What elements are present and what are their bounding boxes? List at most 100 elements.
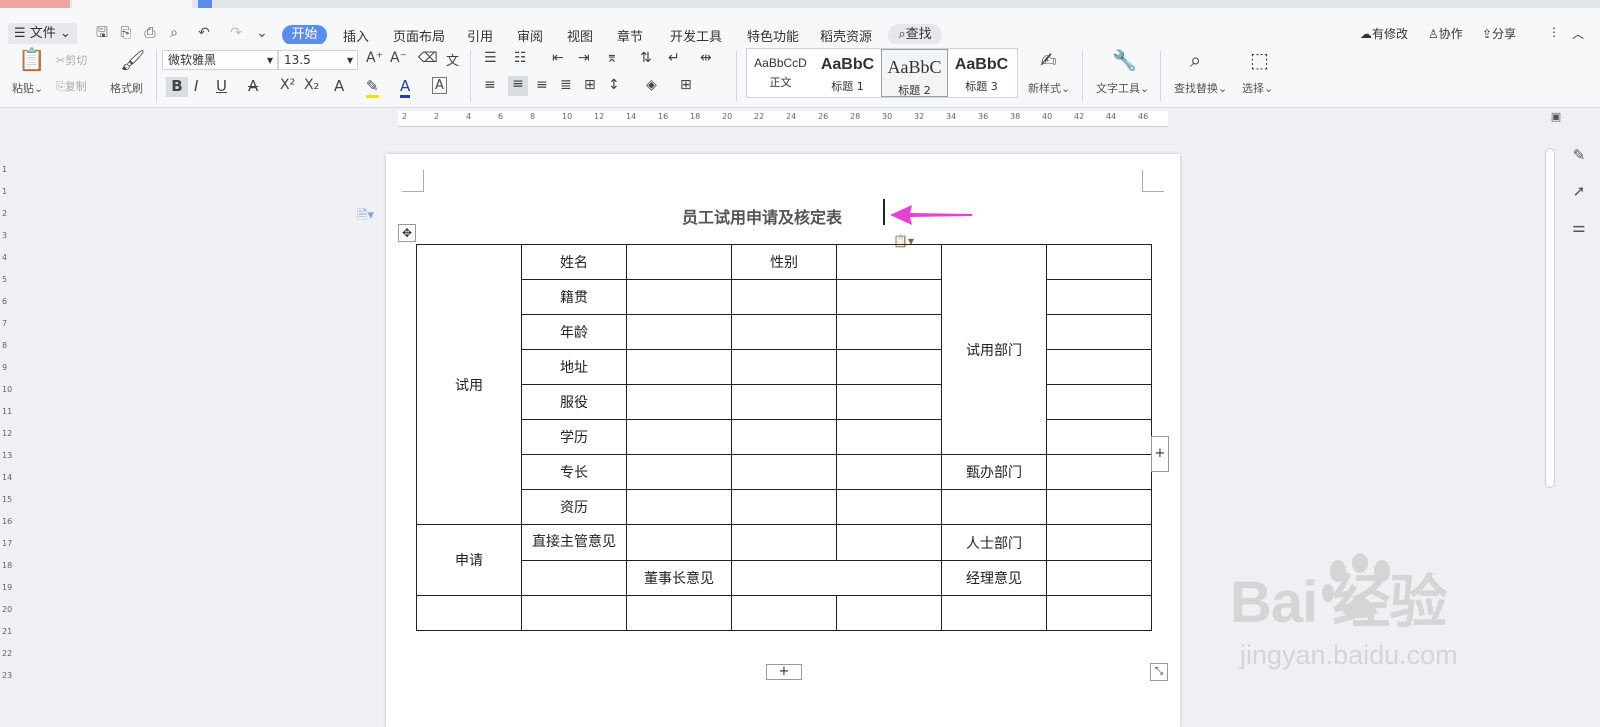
redo-icon[interactable]: ↷ bbox=[228, 25, 244, 41]
file-menu-button[interactable]: ☰ 文件 ⌄ bbox=[8, 23, 77, 45]
customize-toolbar-icon[interactable]: ⌄ bbox=[254, 25, 270, 41]
clear-format-icon[interactable]: ⌫ bbox=[418, 50, 438, 66]
document-title[interactable]: 员工试用申请及核定表 bbox=[682, 204, 842, 228]
shrink-font-icon[interactable]: A⁻ bbox=[390, 50, 407, 66]
tab-developer[interactable]: 开发工具 bbox=[670, 26, 722, 45]
cell-blank[interactable] bbox=[731, 279, 837, 315]
align-center-icon[interactable]: ≡ bbox=[508, 76, 528, 96]
cell-blank[interactable] bbox=[836, 384, 942, 420]
cell-blank[interactable] bbox=[731, 489, 837, 525]
cell-experience[interactable]: 资历 bbox=[521, 489, 627, 525]
cell-blank[interactable] bbox=[731, 454, 837, 490]
italic-button[interactable]: I bbox=[194, 77, 198, 95]
has-changes-button[interactable]: ☁有修改 bbox=[1360, 25, 1408, 42]
vertical-scrollbar[interactable] bbox=[1545, 148, 1555, 488]
cell-hr-dept[interactable]: 人士部门 bbox=[941, 524, 1047, 561]
cell-blank[interactable] bbox=[1046, 314, 1152, 350]
superscript-button[interactable]: X² bbox=[280, 77, 295, 93]
tab-home[interactable]: 开始 bbox=[282, 25, 327, 45]
cell-blank[interactable] bbox=[626, 419, 732, 455]
cell-trial-dept[interactable]: 试用部门 bbox=[941, 244, 1047, 455]
tab-stop-icon[interactable]: ⇹ bbox=[700, 50, 712, 66]
paragraph-mark-icon[interactable]: ↵ bbox=[668, 50, 680, 66]
cell-blank[interactable] bbox=[836, 279, 942, 315]
cell-blank[interactable] bbox=[521, 560, 627, 596]
cell-blank[interactable] bbox=[836, 524, 942, 561]
decrease-indent-icon[interactable]: ⇤ bbox=[552, 50, 564, 66]
cell-blank[interactable] bbox=[731, 314, 837, 350]
cell-apply[interactable]: 申请 bbox=[416, 524, 522, 596]
cell-blank[interactable] bbox=[626, 454, 732, 490]
tab-docer[interactable]: 稻壳资源 bbox=[820, 26, 872, 45]
cell-blank[interactable] bbox=[626, 244, 732, 280]
text-effect-button[interactable]: A bbox=[334, 77, 344, 95]
cell-blank[interactable] bbox=[836, 489, 942, 525]
scroll-up-icon[interactable]: ▣ bbox=[1547, 110, 1565, 128]
text-tools-button[interactable]: 文字工具⌄ bbox=[1096, 80, 1149, 96]
cell-specialty[interactable]: 专长 bbox=[521, 454, 627, 490]
tab-strip-home[interactable] bbox=[0, 0, 70, 8]
cell-blank[interactable] bbox=[1046, 560, 1152, 596]
cell-blank[interactable] bbox=[836, 419, 942, 455]
share-button[interactable]: ⇪分享 bbox=[1482, 25, 1516, 42]
cell-name[interactable]: 姓名 bbox=[521, 244, 627, 280]
cell-blank[interactable] bbox=[416, 595, 522, 631]
cell-trial[interactable]: 试用 bbox=[416, 244, 522, 525]
pen-icon[interactable]: ✎ bbox=[1570, 146, 1588, 164]
align-left-icon[interactable]: ≡ bbox=[484, 77, 496, 93]
tab-review[interactable]: 审阅 bbox=[517, 26, 543, 45]
cell-education[interactable]: 学历 bbox=[521, 419, 627, 455]
new-style-icon[interactable]: ✍ bbox=[1040, 48, 1057, 72]
cell-gender[interactable]: 性别 bbox=[731, 244, 837, 280]
font-name-select[interactable]: 微软雅黑 ▾ bbox=[162, 50, 278, 70]
bullet-list-icon[interactable]: ☰ bbox=[484, 50, 497, 66]
distribute-icon[interactable]: ⊞ bbox=[584, 77, 596, 93]
cell-blank[interactable] bbox=[731, 349, 837, 385]
style-heading-3[interactable]: AaBbC 标题 3 bbox=[948, 49, 1015, 97]
cell-blank[interactable] bbox=[1046, 524, 1152, 561]
print-preview-icon[interactable]: ⌕ bbox=[166, 25, 182, 41]
cell-blank[interactable] bbox=[836, 314, 942, 350]
char-border-icon[interactable]: A bbox=[432, 77, 447, 94]
style-heading-1[interactable]: AaBbC 标题 1 bbox=[814, 49, 881, 97]
cell-native[interactable]: 籍贯 bbox=[521, 279, 627, 315]
style-heading-2[interactable]: AaBbC 标题 2 bbox=[881, 49, 948, 97]
collapse-ribbon-icon[interactable]: ︿ bbox=[1572, 25, 1584, 42]
strikethrough-button[interactable]: A bbox=[248, 77, 258, 95]
save-icon[interactable]: 🖫 bbox=[94, 25, 110, 41]
justify-icon[interactable]: ≣ bbox=[560, 77, 572, 93]
format-painter-button[interactable]: 格式刷 bbox=[110, 80, 143, 96]
find-replace-button[interactable]: 查找替换⌄ bbox=[1174, 80, 1227, 96]
tab-page-layout[interactable]: 页面布局 bbox=[393, 26, 445, 45]
magnifier-icon[interactable]: ⌕ bbox=[1190, 48, 1201, 72]
numbered-list-icon[interactable]: ☷ bbox=[514, 50, 527, 66]
tab-section[interactable]: 章节 bbox=[617, 26, 643, 45]
font-size-select[interactable]: 13.5 ▾ bbox=[278, 50, 358, 70]
cell-blank[interactable] bbox=[731, 560, 942, 596]
vertical-ruler[interactable]: 1 1 2 3 4 5 6 7 8 9 10 11 12 13 14 15 16 17 18 19 20 21 22 23 bbox=[0, 125, 14, 727]
horizontal-ruler[interactable]: 2 2 4 6 8 10 12 14 16 18 20 22 24 26 28 30 32 34 36 38 40 42 4… bbox=[398, 111, 1168, 127]
brush-icon[interactable]: 🖌 bbox=[120, 48, 145, 72]
cell-blank[interactable] bbox=[1046, 489, 1152, 525]
paste-button[interactable]: 粘贴⌄ bbox=[12, 80, 43, 96]
add-row-button[interactable]: + bbox=[766, 664, 802, 680]
chinese-layout-icon[interactable]: ⌆ bbox=[606, 50, 618, 66]
cell-chairman[interactable]: 董事长意见 bbox=[626, 560, 732, 596]
cell-blank[interactable] bbox=[731, 595, 837, 631]
table-resize-handle[interactable]: ⤡ bbox=[1150, 663, 1168, 681]
add-column-button[interactable]: + bbox=[1151, 436, 1169, 472]
cursor-icon[interactable]: ➚ bbox=[1570, 182, 1588, 200]
new-style-button[interactable]: 新样式⌄ bbox=[1028, 80, 1070, 96]
cell-blank[interactable] bbox=[836, 349, 942, 385]
cell-blank[interactable] bbox=[626, 524, 732, 561]
cell-blank[interactable] bbox=[836, 454, 942, 490]
increase-indent-icon[interactable]: ⇥ bbox=[578, 50, 590, 66]
align-right-icon[interactable]: ≡ bbox=[536, 77, 548, 93]
style-normal[interactable]: AaBbCcD 正文 bbox=[747, 49, 814, 97]
cell-blank[interactable] bbox=[836, 595, 942, 631]
print-icon[interactable]: ⎙ bbox=[142, 25, 158, 41]
cell-blank[interactable] bbox=[836, 244, 942, 280]
cell-blank[interactable] bbox=[731, 524, 837, 561]
tab-features[interactable]: 特色功能 bbox=[747, 26, 799, 45]
cell-blank[interactable] bbox=[626, 279, 732, 315]
